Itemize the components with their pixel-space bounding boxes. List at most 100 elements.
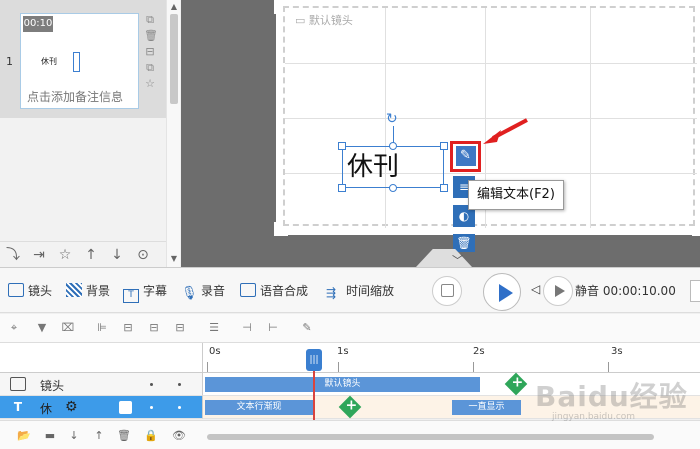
tick — [608, 362, 609, 372]
align-left-icon[interactable]: ⊫ — [95, 321, 109, 335]
slide-item[interactable]: 1 00:10 休刊 点击添加备注信息 ⧉ 🗑 ⊟ ⧉ ☆ — [0, 0, 166, 118]
folder-icon[interactable]: ▬ — [42, 429, 58, 443]
slide-number: 1 — [6, 55, 13, 68]
tick-label: 2s — [473, 346, 485, 357]
tick-label: 3s — [611, 346, 623, 357]
resize-handle[interactable] — [440, 142, 448, 150]
trash-icon[interactable]: 🗑 — [116, 429, 132, 443]
zoom-fit-button[interactable] — [432, 276, 462, 306]
frame-corner — [274, 0, 288, 14]
zoom-icon — [441, 284, 454, 297]
resize-handle[interactable] — [338, 142, 346, 150]
next-frame-button[interactable] — [543, 276, 573, 306]
lock-dot[interactable] — [178, 383, 181, 386]
background-button[interactable]: 背景 — [66, 282, 110, 300]
lock-icon[interactable]: 🔒 — [143, 429, 159, 443]
watermark-url: jingyan.baidu.com — [552, 412, 636, 422]
background-icon — [66, 283, 82, 297]
lock-dot[interactable] — [178, 406, 181, 409]
text-out-clip[interactable]: 一直显示 — [452, 400, 521, 415]
export-icon[interactable]: ⊟ — [144, 46, 156, 58]
star-icon[interactable]: ☆ — [144, 78, 156, 90]
move-up-icon[interactable]: ↑ — [82, 246, 100, 264]
slide-panel: 1 00:10 休刊 点击添加备注信息 ⧉ 🗑 ⊟ ⧉ ☆ ▲ ▼ ⤵ ⇥ ☆ … — [0, 0, 180, 267]
resize-handle[interactable] — [389, 142, 397, 150]
duplicate-icon[interactable]: ⧉ — [144, 62, 156, 74]
edit-text-button[interactable]: ✎ — [450, 141, 481, 172]
copy-icon[interactable]: ⧉ — [144, 14, 156, 26]
text-icon: T — [13, 400, 23, 414]
scroll-up-icon[interactable]: ▲ — [169, 2, 179, 12]
timeline-ruler[interactable]: 0s 1s 2s 3s — [203, 343, 700, 373]
thumb-text: 休刊 — [41, 57, 57, 66]
text-in-clip[interactable]: 文本行渐现 — [205, 400, 313, 415]
align-center-icon[interactable]: ⊟ — [121, 321, 135, 335]
thumb-tools-icon — [73, 52, 80, 72]
tts-button[interactable]: 语音合成 — [240, 282, 308, 300]
slide-note[interactable]: 点击添加备注信息 — [27, 88, 139, 105]
color-swatch[interactable] — [119, 401, 132, 414]
filter-icon[interactable]: ▼ — [35, 321, 49, 335]
export-slide-icon[interactable]: ⇥ — [30, 246, 48, 264]
camera-button[interactable]: 镜头 — [8, 282, 52, 300]
rotate-handle-icon[interactable]: ↻ — [386, 111, 398, 127]
visibility-dot[interactable] — [150, 383, 153, 386]
main-toolbar: 镜头 背景 T 字幕 🎙 录音 语音合成 ⇶ 时间缩放 ◁ 静音 00:00:10.0… — [0, 267, 700, 313]
note-icon[interactable]: ✎ — [300, 321, 314, 335]
track-text-header[interactable]: T 休 ⚙ — [0, 396, 203, 419]
track-header — [0, 343, 203, 373]
import-icon[interactable]: ⤵ — [4, 246, 22, 264]
pencil-icon: ✎ — [455, 146, 476, 166]
mute-button[interactable]: ◁ — [531, 282, 540, 296]
resize-handle[interactable] — [440, 184, 448, 192]
stack-icon[interactable]: ☰ — [207, 321, 221, 335]
time-zoom-button[interactable]: ⇶ 时间缩放 — [326, 282, 394, 300]
tick — [473, 362, 474, 372]
add-keyframe-icon[interactable] — [338, 395, 362, 419]
track-camera-header[interactable]: 镜头 — [0, 373, 203, 396]
camera-icon: ▭ — [295, 14, 309, 27]
split-icon[interactable]: ⊣ — [240, 321, 254, 335]
timeline-scrollbar[interactable] — [207, 434, 654, 440]
subtitle-button[interactable]: T 字幕 — [123, 282, 167, 303]
target-icon[interactable]: ⌖ — [7, 321, 21, 335]
play-button[interactable] — [483, 273, 521, 311]
favorite-icon[interactable]: ☆ — [56, 246, 74, 264]
trash-icon[interactable]: 🗑 — [453, 234, 475, 252]
mute-label[interactable]: 静音 — [575, 284, 599, 298]
visibility-dot[interactable] — [150, 406, 153, 409]
track-label: 休 — [40, 402, 53, 416]
scroll-down-icon[interactable]: ▼ — [169, 254, 179, 264]
align-right-icon[interactable]: ⊟ — [147, 321, 161, 335]
camera-clip[interactable]: 默认镜头 — [205, 377, 480, 392]
settings-gear-icon[interactable]: ⚙ — [65, 399, 78, 415]
playhead-handle-icon[interactable]: ||| — [306, 349, 322, 371]
trash-icon[interactable]: 🗑 — [144, 30, 158, 42]
text-content[interactable]: 休刊 — [347, 151, 399, 183]
arrow-down-icon[interactable]: ↓ — [66, 429, 82, 443]
move-down-icon[interactable]: ↓ — [108, 246, 126, 264]
arrow-up-icon[interactable]: ↑ — [91, 429, 107, 443]
text-element[interactable]: 休刊 — [342, 146, 444, 188]
time-display: 静音 00:00:10.00 — [575, 282, 676, 299]
open-folder-icon[interactable]: 📂 — [16, 429, 32, 443]
eye-icon[interactable]: 👁 — [171, 429, 187, 443]
slide-thumbnail[interactable]: 00:10 休刊 点击添加备注信息 — [20, 13, 139, 109]
resize-handle[interactable] — [389, 184, 397, 192]
scrollbar-thumb[interactable] — [170, 14, 178, 104]
merge-icon[interactable]: ⊢ — [266, 321, 280, 335]
speaker-icon: ◁ — [531, 282, 541, 296]
toolbar-overflow-button[interactable] — [690, 280, 700, 302]
tick — [338, 362, 339, 372]
canvas-area: ▭ 默认镜头 ↻ 休刊 ✎ ≡ ◐ 🗑 编辑文本(F2) ﹀ — [181, 0, 700, 267]
clear-icon[interactable]: ⌧ — [61, 321, 75, 335]
app-window: 1 00:10 休刊 点击添加备注信息 ⧉ 🗑 ⊟ ⧉ ☆ ▲ ▼ ⤵ ⇥ ☆ … — [0, 0, 700, 449]
record-button[interactable]: 🎙 录音 — [181, 282, 225, 301]
resize-handle[interactable] — [338, 184, 346, 192]
distribute-icon[interactable]: ⊟ — [173, 321, 187, 335]
grid-line — [285, 63, 697, 64]
chevron-down-icon[interactable]: ﹀ — [452, 252, 463, 268]
more-icon[interactable]: ⊙ — [134, 246, 152, 264]
add-keyframe-icon[interactable] — [504, 372, 528, 396]
slide-panel-scrollbar[interactable]: ▲ ▼ — [166, 0, 180, 267]
